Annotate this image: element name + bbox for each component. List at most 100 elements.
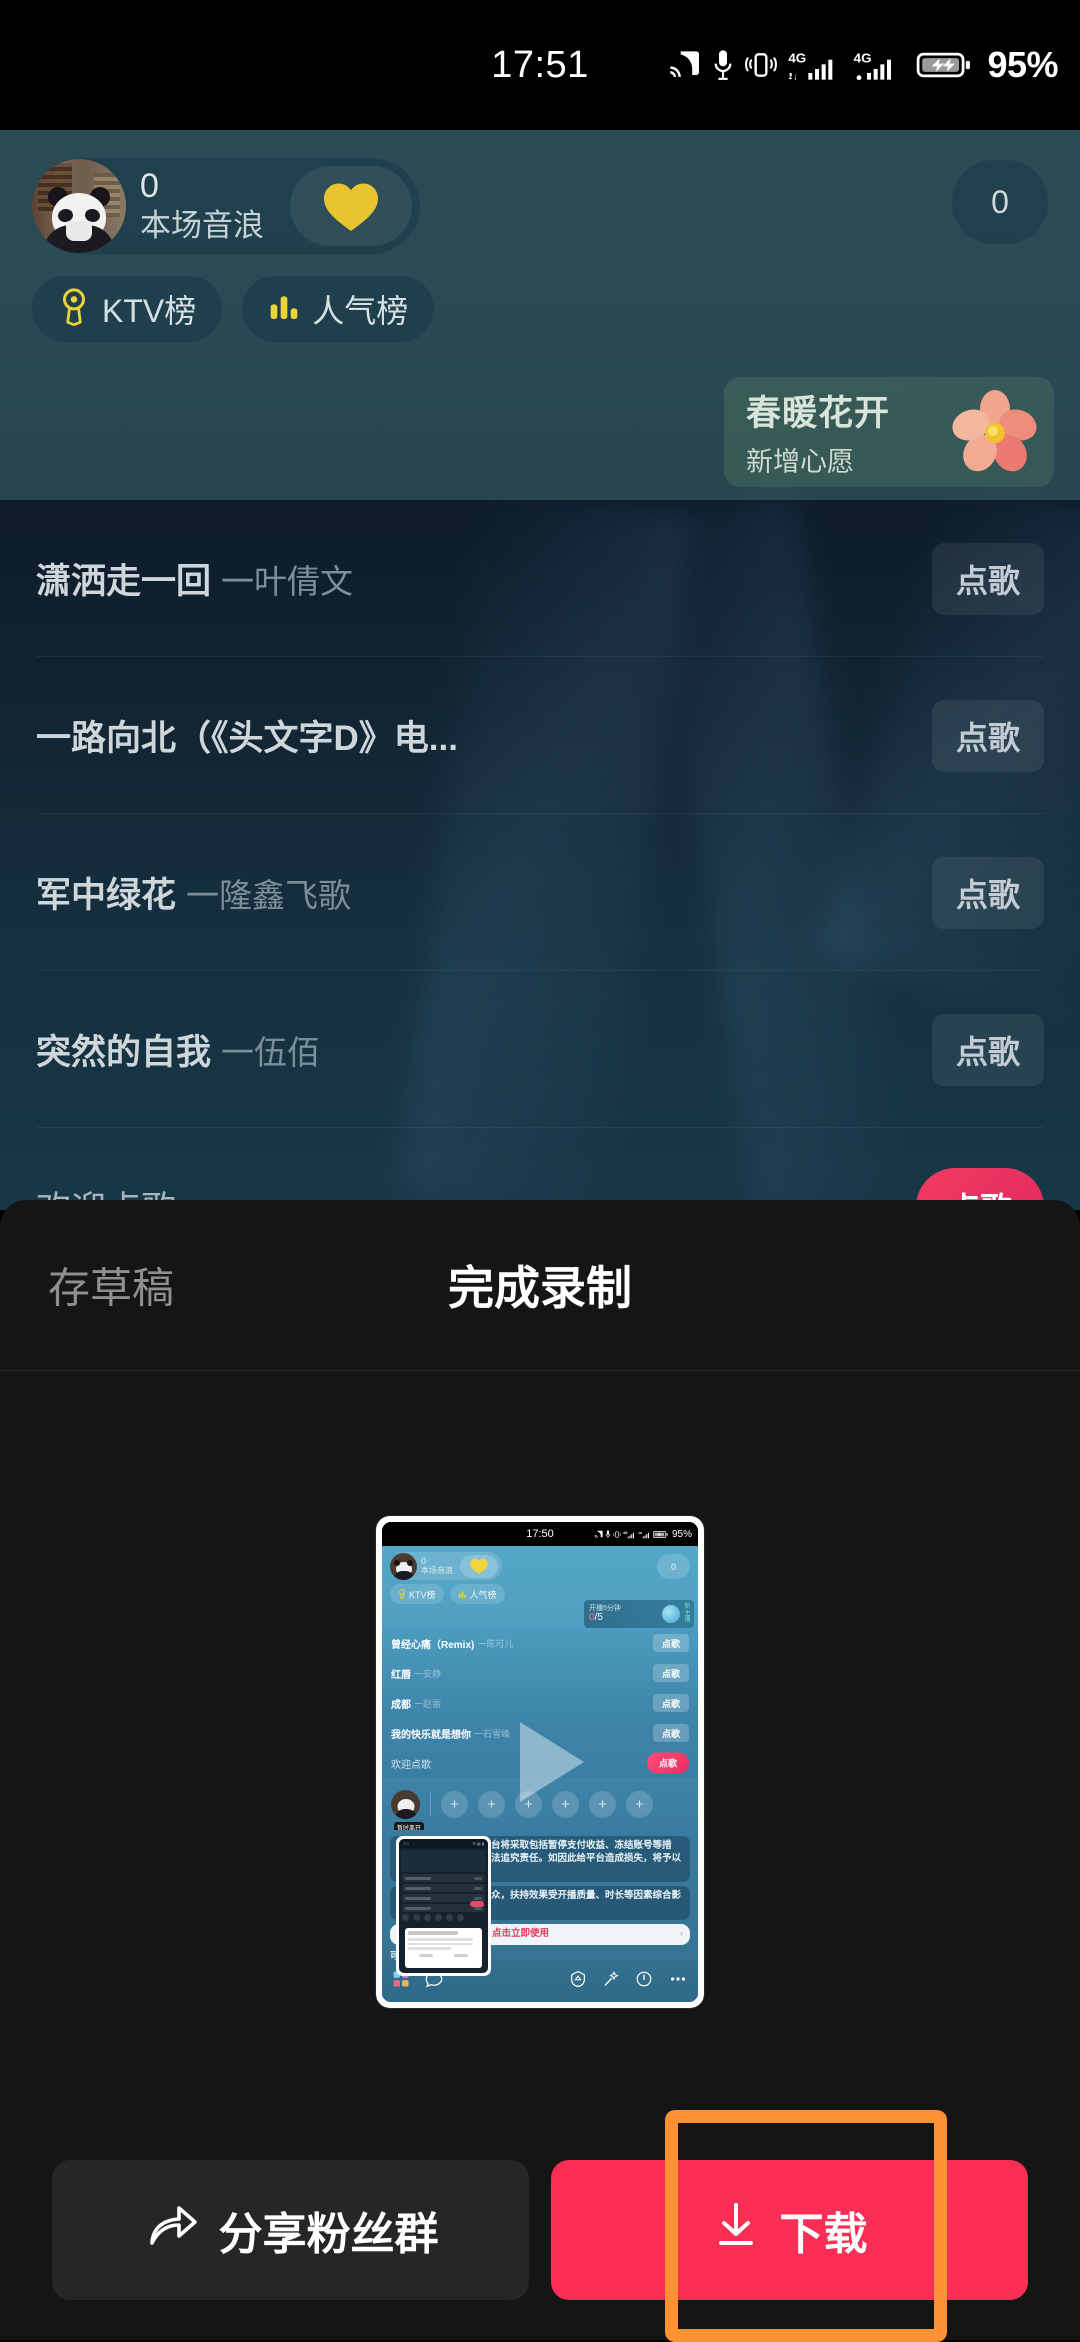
host-info-pill[interactable]: 0 本场音浪 [32, 158, 420, 254]
preview-rank-chips: KTV榜 人气榜 [390, 1584, 505, 1604]
microphone-icon [712, 49, 734, 81]
wish-card-subtitle: 新增心愿 [746, 447, 854, 477]
svg-text:4G: 4G [623, 1530, 628, 1534]
vibrate-icon [745, 50, 778, 80]
song-artist: 一伍佰 [221, 1033, 321, 1071]
preview-task-title: 开播5分钟 [589, 1604, 621, 1612]
svg-text:4G: 4G [638, 1530, 643, 1534]
preview-song-row: 成都 一赵雷 点歌 [382, 1688, 698, 1718]
song-row[interactable]: 突然的自我 一伍佰 点歌 [0, 971, 1080, 1128]
divider [430, 1792, 431, 1816]
chip-label: 人气榜 [312, 293, 409, 329]
mic-pin-icon [58, 287, 90, 331]
bar-chart-icon [268, 291, 300, 328]
preview-add-seat-icon: + [441, 1790, 468, 1818]
shield-icon [569, 1970, 587, 1993]
preview-task-widget: 开播5分钟 0/5 新主播 [584, 1600, 694, 1628]
chip-popularity-rank[interactable]: 人气榜 [242, 276, 435, 342]
sheet-header: 存草稿 完成录制 [0, 1200, 1080, 1370]
preview-seat-avatar [391, 1789, 420, 1819]
signal-4g-2-icon: 4G [853, 49, 905, 81]
preview-song-artist: 一石雪峰 [474, 1728, 511, 1739]
preview-song-title: 红唇 [391, 1669, 411, 1681]
viewer-count-badge[interactable]: 0 [952, 160, 1048, 244]
preview-song-artist: 一陈可儿 [477, 1638, 514, 1649]
preview-song-title: 曾经心痛（Remix) [391, 1639, 475, 1651]
download-button[interactable]: 下载 [551, 2160, 1028, 2300]
chip-label: KTV榜 [102, 293, 197, 329]
order-song-button[interactable]: 点歌 [932, 856, 1044, 929]
preview-battery-label: 95% [671, 1528, 692, 1540]
preview-add-seat-icon: + [478, 1790, 505, 1818]
preview-task-icon [662, 1605, 680, 1623]
divider [0, 1370, 1080, 1371]
preview-order-button: 点歌 [653, 1664, 689, 1682]
preview-welcome-label: 欢迎点歌 [391, 1759, 431, 1771]
battery-percent-label: 95% [987, 44, 1058, 85]
avatar[interactable] [32, 159, 126, 253]
song-title: 军中绿花 [36, 876, 177, 915]
download-button-label: 下载 [779, 2210, 868, 2259]
sheet-title: 完成录制 [448, 1262, 632, 1314]
preview-song-title: 成都 [391, 1699, 411, 1711]
song-row[interactable]: 军中绿花 一隆鑫飞歌 点歌 [0, 814, 1080, 971]
preview-task-total: /5 [594, 1612, 603, 1624]
preview-status-icons: 4G 4G 95% [594, 1529, 692, 1540]
preview-add-seat-icon: + [626, 1790, 653, 1818]
heart-icon [320, 178, 382, 234]
power-icon [635, 1970, 653, 1993]
song-title: 一路向北（《头文字D》电... [36, 719, 458, 758]
preview-chip-ktv: KTV榜 [390, 1584, 444, 1604]
signal-4g-icon: 4G ↑↓ [788, 49, 842, 81]
song-row[interactable]: 一路向北（《头文字D》电... 点歌 [0, 657, 1080, 814]
preview-song-title: 我的快乐就是想你 [391, 1729, 471, 1741]
song-artist: 一隆鑫飞歌 [186, 876, 352, 914]
battery-charging-icon [916, 50, 972, 80]
order-song-button[interactable]: 点歌 [932, 542, 1044, 615]
share-button-label: 分享粉丝群 [218, 2210, 439, 2259]
song-row[interactable]: 潇洒走一回 一叶倩文 点歌 [0, 500, 1080, 657]
preview-order-button: 点歌 [653, 1634, 689, 1652]
play-icon[interactable] [520, 1722, 584, 1802]
status-bar: 17:51 4G ↑↓ 4G 95% [0, 0, 1080, 130]
sheet-action-bar: 分享粉丝群 下载 [0, 2120, 1080, 2340]
preview-song-artist: 一安静 [414, 1668, 442, 1679]
chevron-right-icon: › [679, 1928, 683, 1940]
preview-viewer-badge: 0 [657, 1554, 690, 1579]
svg-text:↑↓: ↑↓ [789, 72, 798, 81]
preview-heart-icon [460, 1554, 498, 1578]
song-title: 突然的自我 [36, 1033, 212, 1072]
wish-card[interactable]: 春暖花开 新增心愿 [724, 377, 1054, 487]
preview-add-seat-icon: + [589, 1790, 616, 1818]
share-icon [143, 2199, 199, 2262]
preview-chip-label: KTV榜 [409, 1589, 436, 1600]
magic-wand-icon [602, 1970, 620, 1993]
status-bar-icons: 4G ↑↓ 4G 95% [667, 44, 1058, 86]
preview-status-bar: 17:50 4G 4G 95% [382, 1522, 698, 1546]
rank-chips: KTV榜 人气榜 [32, 276, 435, 342]
preview-task-side-label: 新主播 [684, 1603, 691, 1624]
chip-ktv-rank[interactable]: KTV榜 [32, 276, 223, 342]
preview-order-primary-button: 点歌 [647, 1752, 689, 1774]
wish-card-title: 春暖花开 [746, 394, 891, 433]
song-list: 潇洒走一回 一叶倩文 点歌 一路向北（《头文字D》电... 点歌 军中绿花 一隆… [0, 500, 1080, 1285]
flower-icon [952, 389, 1038, 475]
preview-order-button: 点歌 [653, 1724, 689, 1742]
preview-song-artist: 一赵雷 [414, 1698, 442, 1709]
share-to-fan-group-button[interactable]: 分享粉丝群 [52, 2160, 529, 2300]
phone-frame: 17:50 4G 4G 95% 0 本场音浪 KTV榜 人气榜 0 开播5分钟 … [376, 1516, 704, 2008]
preview-screen: 17:50 4G 4G 95% 0 本场音浪 KTV榜 人气榜 0 开播5分钟 … [382, 1522, 698, 2002]
cast-icon [667, 50, 701, 80]
song-artist: 一叶倩文 [221, 562, 354, 600]
preview-song-row: 红唇 一安静 点歌 [382, 1658, 698, 1688]
gift-count: 0 [140, 167, 159, 205]
order-song-button[interactable]: 点歌 [932, 699, 1044, 772]
preview-floating-screenshot: 7:0 ⚙ ▦ ▮ [396, 1836, 491, 1976]
download-icon [712, 2199, 760, 2262]
video-preview-area[interactable]: 17:50 4G 4G 95% 0 本场音浪 KTV榜 人气榜 0 开播5分钟 … [0, 1372, 1080, 2152]
song-title: 潇洒走一回 [36, 562, 212, 601]
recording-complete-sheet: 存草稿 完成录制 17:50 4G 4G 95% 0 本场音浪 KTV榜 人气榜… [0, 1200, 1080, 2340]
order-song-button[interactable]: 点歌 [932, 1013, 1044, 1086]
preview-avatar [390, 1552, 417, 1580]
follow-heart-button[interactable] [290, 166, 412, 246]
